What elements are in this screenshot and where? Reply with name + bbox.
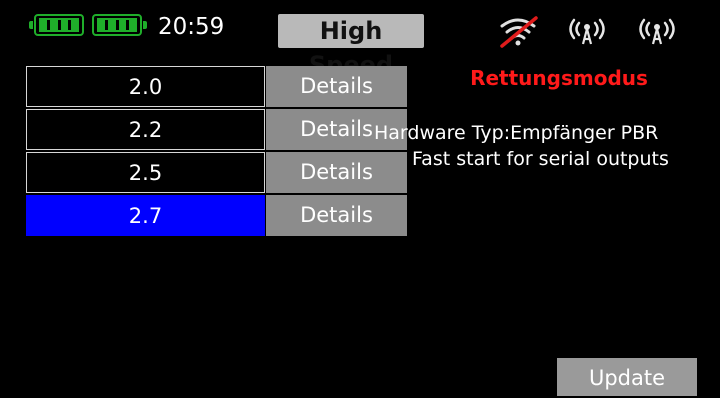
antenna-icon — [569, 18, 605, 45]
version-row[interactable]: 2.5 — [26, 152, 265, 193]
rx-battery-icon — [92, 14, 147, 36]
tx-battery-icon — [29, 14, 84, 36]
version-row[interactable]: 2.2 — [26, 109, 265, 150]
speed-mode-badge[interactable]: High Speed — [278, 14, 424, 79]
update-button[interactable]: Update — [557, 358, 697, 396]
details-button[interactable]: Details — [266, 195, 407, 236]
hardware-type-text: Hardware Typ:Empfänger PBR — [374, 122, 659, 144]
rescue-mode-label: Rettungsmodus — [470, 66, 648, 90]
version-row[interactable]: 2.0 — [26, 66, 265, 107]
details-button[interactable]: Details — [266, 152, 407, 193]
clock: 20:59 — [158, 14, 225, 40]
antenna-icon — [639, 18, 675, 45]
no-signal-icon — [500, 16, 538, 48]
version-row-selected[interactable]: 2.7 — [26, 195, 265, 236]
fast-start-text: Fast start for serial outputs — [412, 148, 669, 170]
details-button[interactable]: Details — [266, 66, 407, 107]
